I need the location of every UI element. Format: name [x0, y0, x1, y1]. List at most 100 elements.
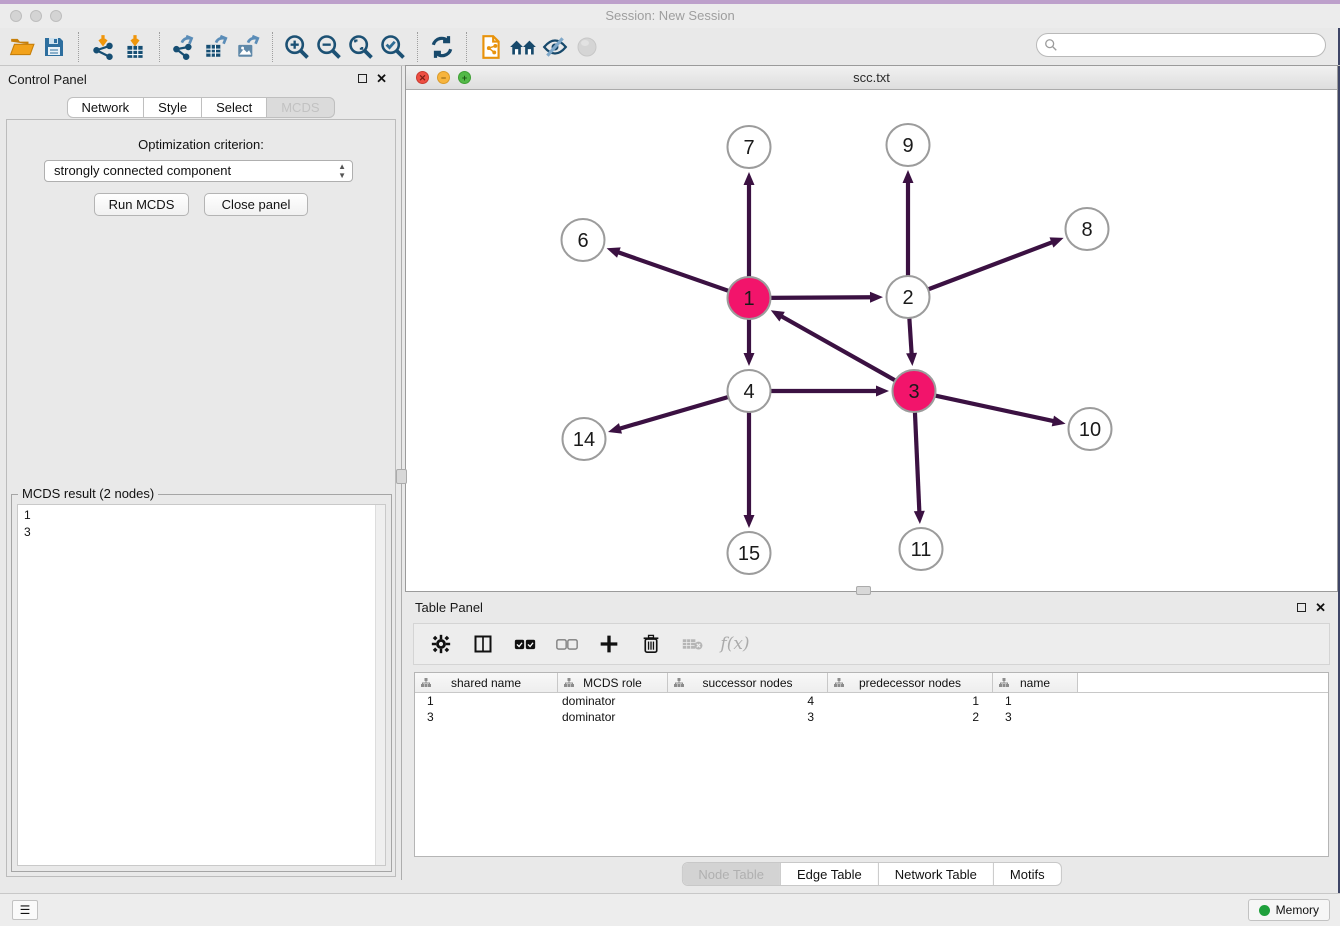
network-close-icon[interactable]: ✕	[416, 71, 429, 84]
deselect-all-icon[interactable]	[556, 633, 578, 655]
tab-node-table[interactable]: Node Table	[682, 863, 780, 885]
task-history-button[interactable]: ☰	[12, 900, 38, 920]
tab-style[interactable]: Style	[143, 97, 202, 118]
network-zoom-icon[interactable]: +	[458, 71, 471, 84]
column-header-MCDS-role[interactable]: MCDS role	[558, 673, 668, 692]
zoom-fit-icon[interactable]	[345, 31, 377, 63]
preview-sphere-icon	[571, 31, 603, 63]
export-table-icon[interactable]	[200, 31, 232, 63]
close-table-panel-icon[interactable]: ✕	[1315, 600, 1326, 616]
column-header-shared-name[interactable]: shared name	[415, 673, 558, 692]
graph-node-label-11: 11	[911, 539, 932, 561]
zoom-selected-icon[interactable]	[377, 31, 409, 63]
network-canvas[interactable]: 7968124314101511	[406, 90, 1337, 591]
table-cell: 3	[668, 709, 828, 725]
column-type-icon	[421, 678, 431, 688]
tab-edge-table[interactable]: Edge Table	[780, 863, 878, 885]
apply-layout-icon[interactable]	[426, 31, 458, 63]
vertical-splitter-grip[interactable]	[396, 469, 407, 484]
import-table-icon[interactable]	[119, 31, 151, 63]
mcds-result-area[interactable]: 13	[17, 504, 386, 866]
node-table-header: shared name MCDS rolesuccessor nodesprede…	[415, 673, 1328, 693]
window-title: Session: New Session	[0, 4, 1340, 28]
import-network-icon[interactable]	[87, 31, 119, 63]
graph-node-label-10: 10	[1079, 419, 1101, 441]
export-network-icon[interactable]	[168, 31, 200, 63]
mcds-result-lines: 13	[18, 505, 385, 543]
tab-motifs[interactable]: Motifs	[993, 863, 1061, 885]
delete-table-icon-disabled	[682, 633, 704, 655]
close-panel-button[interactable]: Close panel	[204, 193, 308, 216]
graph-node-label-15: 15	[738, 543, 760, 565]
list-icon: ☰	[20, 903, 31, 917]
settings-gear-icon[interactable]	[430, 633, 452, 655]
column-header-name[interactable]: name	[993, 673, 1078, 692]
tab-network-table[interactable]: Network Table	[878, 863, 993, 885]
network-window-titlebar[interactable]: ✕ − + scc.txt	[406, 66, 1337, 90]
select-all-icon[interactable]	[514, 633, 536, 655]
edge-3-1[interactable]	[779, 315, 898, 382]
toolbar-separator	[466, 32, 467, 62]
table-cell: 1	[415, 693, 558, 709]
control-panel: Control Panel ✕ NetworkStyleSelectMCDS O…	[0, 66, 402, 880]
close-panel-icon[interactable]: ✕	[376, 71, 387, 87]
edge-1-2[interactable]	[767, 297, 873, 298]
edge-4-14[interactable]	[618, 396, 732, 429]
column-layout-icon[interactable]	[472, 633, 494, 655]
graph-node-label-2: 2	[902, 287, 913, 309]
toolbar-separator	[417, 32, 418, 62]
arrowhead-2-3	[906, 353, 917, 366]
column-header-predecessor-nodes[interactable]: predecessor nodes	[828, 673, 993, 692]
new-network-from-selection-icon[interactable]	[475, 31, 507, 63]
home-icon[interactable]	[507, 31, 539, 63]
network-graph: 7968124314101511	[406, 90, 1337, 591]
tab-mcds[interactable]: MCDS	[266, 97, 334, 118]
result-scrollbar[interactable]	[375, 505, 385, 865]
optimization-criterion-select[interactable]: strongly connected component ▲▼	[44, 160, 353, 182]
add-column-icon[interactable]	[598, 633, 620, 655]
arrowhead-4-3	[876, 386, 889, 397]
tab-network[interactable]: Network	[66, 97, 144, 118]
arrowhead-4-15	[744, 515, 755, 528]
search-input[interactable]	[1036, 33, 1326, 57]
zoom-out-icon[interactable]	[313, 31, 345, 63]
table-row[interactable]: 3dominator323	[415, 709, 1328, 725]
hide-panels-icon[interactable]	[539, 31, 571, 63]
delete-column-icon[interactable]	[640, 633, 662, 655]
edge-2-3[interactable]	[909, 315, 912, 356]
run-mcds-button[interactable]: Run MCDS	[94, 193, 189, 216]
edge-3-11[interactable]	[915, 409, 920, 514]
graph-node-label-6: 6	[577, 230, 588, 252]
node-table[interactable]: shared name MCDS rolesuccessor nodesprede…	[414, 672, 1329, 857]
edge-2-8[interactable]	[925, 241, 1054, 290]
network-minimize-icon[interactable]: −	[437, 71, 450, 84]
memory-button[interactable]: Memory	[1248, 899, 1330, 921]
open-session-icon[interactable]	[6, 31, 38, 63]
main-toolbar	[0, 28, 1340, 66]
column-label: shared name	[451, 676, 521, 690]
optimization-criterion-value: strongly connected component	[54, 163, 231, 178]
horizontal-splitter-grip[interactable]	[856, 586, 871, 595]
table-cell: 1	[828, 693, 993, 709]
edge-3-10[interactable]	[932, 395, 1056, 422]
status-bar: ☰ Memory	[0, 893, 1340, 926]
memory-status-icon	[1259, 905, 1270, 916]
column-type-icon	[564, 678, 574, 688]
table-row[interactable]: 1dominator411	[415, 693, 1328, 709]
edge-1-6[interactable]	[616, 252, 732, 293]
export-image-icon[interactable]	[232, 31, 264, 63]
arrowhead-2-9	[903, 170, 914, 183]
zoom-in-icon[interactable]	[281, 31, 313, 63]
arrowhead-2-8	[1050, 237, 1064, 247]
combo-arrows-icon: ▲▼	[338, 162, 346, 180]
graph-node-label-1: 1	[743, 288, 754, 310]
toolbar-separator	[78, 32, 79, 62]
float-table-panel-icon[interactable]	[1297, 603, 1306, 612]
arrowhead-1-6	[607, 247, 621, 257]
float-panel-icon[interactable]	[358, 74, 367, 83]
arrowhead-3-10	[1052, 416, 1066, 427]
search-field-wrap	[1036, 33, 1326, 57]
tab-select[interactable]: Select	[201, 97, 267, 118]
column-header-successor-nodes[interactable]: successor nodes	[668, 673, 828, 692]
save-session-icon[interactable]	[38, 31, 70, 63]
